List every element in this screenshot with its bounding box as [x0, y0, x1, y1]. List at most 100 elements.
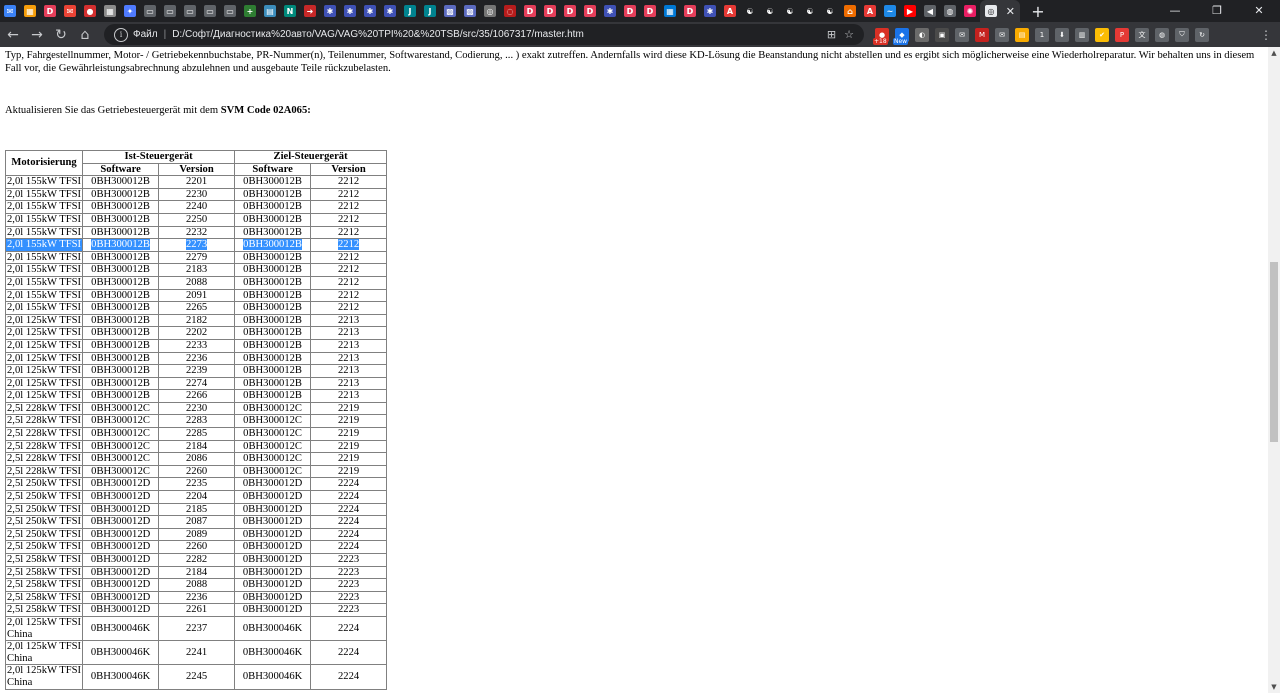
- tab-4[interactable]: ●: [80, 0, 100, 22]
- new-tab-button[interactable]: +: [1028, 2, 1048, 21]
- tab-47[interactable]: ◍: [940, 0, 960, 22]
- ext-mail-icon[interactable]: ✉: [955, 27, 969, 42]
- minimize-button[interactable]: —: [1154, 0, 1196, 22]
- tab-34[interactable]: D: [680, 0, 700, 22]
- tab-14[interactable]: N: [280, 0, 300, 22]
- tab-36[interactable]: A: [720, 0, 740, 22]
- ext-globe-icon[interactable]: ◍: [1155, 27, 1169, 42]
- tab-24[interactable]: ◎: [480, 0, 500, 22]
- tab-43[interactable]: A: [860, 0, 880, 22]
- tab-0[interactable]: ✉: [0, 0, 20, 22]
- tab-6[interactable]: ✦: [120, 0, 140, 22]
- tab-9[interactable]: ▭: [180, 0, 200, 22]
- table-row: 2,0l 155kW TFSI 0BH300012B 2240 0BH300012B 2…: [4, 200, 388, 214]
- tab-45[interactable]: ▶: [900, 0, 920, 22]
- tab-16[interactable]: ✱: [320, 0, 340, 22]
- ext-reload-icon-glyph: ↻: [1199, 30, 1205, 39]
- engine-cell: 2,0l 155kW TFSI: [4, 263, 84, 277]
- ext-box-icon[interactable]: ▣: [935, 27, 949, 42]
- scroll-thumb[interactable]: [1270, 262, 1278, 442]
- tab-39[interactable]: ☯: [780, 0, 800, 22]
- tab-5[interactable]: ▦: [100, 0, 120, 22]
- cell-text: 2224: [337, 646, 360, 658]
- yin-yang-icon-3: ☯: [784, 5, 796, 17]
- site-info-icon[interactable]: i: [114, 27, 128, 42]
- tab-10[interactable]: ▭: [200, 0, 220, 22]
- table-row: 2,5l 258kW TFSI 0BH300012D 2236 0BH300012D 2…: [4, 590, 388, 605]
- forward-button[interactable]: →: [26, 24, 48, 46]
- maximize-button[interactable]: ❐: [1196, 0, 1238, 22]
- tab-11[interactable]: ▭: [220, 0, 240, 22]
- tab-26[interactable]: D: [520, 0, 540, 22]
- ext-note-icon[interactable]: ▤: [1015, 27, 1029, 42]
- scroll-down-arrow-icon[interactable]: ▼: [1268, 681, 1280, 693]
- ist-version-cell: 2260: [158, 464, 236, 479]
- tab-46[interactable]: ◀: [920, 0, 940, 22]
- tab-40[interactable]: ☯: [800, 0, 820, 22]
- scroll-up-arrow-icon[interactable]: ▲: [1268, 47, 1280, 59]
- tab-42[interactable]: ⌂: [840, 0, 860, 22]
- ext-p-icon[interactable]: P: [1115, 27, 1129, 42]
- tab-44[interactable]: ~: [880, 0, 900, 22]
- tab-30[interactable]: ✱: [600, 0, 620, 22]
- puzzle-icon-4: ✱: [384, 5, 396, 17]
- cell-text: 2,0l 155kW TFSI: [7, 251, 82, 263]
- tab-38[interactable]: ☯: [760, 0, 780, 22]
- tab-20[interactable]: J: [400, 0, 420, 22]
- tab-35[interactable]: ✱: [700, 0, 720, 22]
- tab-19[interactable]: ✱: [380, 0, 400, 22]
- tab-23[interactable]: ▩: [460, 0, 480, 22]
- tab-27[interactable]: D: [540, 0, 560, 22]
- tab-31[interactable]: D: [620, 0, 640, 22]
- browser-menu-icon[interactable]: ⋮: [1260, 28, 1272, 42]
- ext-stamp-icon[interactable]: ✔: [1095, 27, 1109, 42]
- ext-download-icon[interactable]: ⬇: [1055, 27, 1069, 42]
- ext-translate-icon[interactable]: 文: [1135, 27, 1149, 42]
- tab-33[interactable]: ▦: [660, 0, 680, 22]
- tab-2[interactable]: D: [40, 0, 60, 22]
- close-window-button[interactable]: ✕: [1238, 0, 1280, 22]
- url-text[interactable]: D:/Софт/Диагностика%20авто/VAG/VAG%20TPI…: [172, 29, 584, 40]
- pattern-icon-2: ▩: [464, 5, 476, 17]
- engine-cell: 2,0l 155kW TFSI: [4, 301, 84, 315]
- tab-13[interactable]: ▤: [260, 0, 280, 22]
- close-tab-icon[interactable]: ✕: [1006, 5, 1015, 18]
- ext-ghost-icon[interactable]: ◐: [915, 27, 929, 42]
- tab-7[interactable]: ▭: [140, 0, 160, 22]
- cell-text: 2,5l 250kW TFSI: [7, 478, 82, 490]
- tab-32[interactable]: D: [640, 0, 660, 22]
- tab-17[interactable]: ✱: [340, 0, 360, 22]
- tab-12[interactable]: +: [240, 0, 260, 22]
- ext-one-icon[interactable]: 1: [1035, 27, 1049, 42]
- ext-envelope-icon[interactable]: ✉: [995, 27, 1009, 42]
- tab-37[interactable]: ☯: [740, 0, 760, 22]
- active-tab[interactable]: ◎ ✕: [980, 0, 1020, 22]
- tab-8[interactable]: ▭: [160, 0, 180, 22]
- vertical-scrollbar[interactable]: ▲ ▼: [1268, 47, 1280, 693]
- tab-22[interactable]: ▩: [440, 0, 460, 22]
- table-row: 2,5l 250kW TFSI 0BH300012D 2185 0BH300012D 2…: [4, 502, 388, 517]
- tab-15[interactable]: ➜: [300, 0, 320, 22]
- ext-clipboard-icon[interactable]: ▥: [1075, 27, 1089, 42]
- ext-red-badge-icon[interactable]: ● +18: [873, 27, 889, 45]
- tab-18[interactable]: ✱: [360, 0, 380, 22]
- tab-28[interactable]: D: [560, 0, 580, 22]
- ext-shield-icon[interactable]: ⛉: [1175, 27, 1189, 42]
- tab-48[interactable]: ✺: [960, 0, 980, 22]
- ext-reload-icon[interactable]: ↻: [1195, 27, 1209, 42]
- home-button[interactable]: ⌂: [74, 24, 96, 46]
- tab-29[interactable]: D: [580, 0, 600, 22]
- tab-41[interactable]: ☯: [820, 0, 840, 22]
- tab-25[interactable]: ◌: [500, 0, 520, 22]
- back-button[interactable]: ←: [2, 24, 24, 46]
- tab-3[interactable]: ✉: [60, 0, 80, 22]
- tab-1[interactable]: ▦: [20, 0, 40, 22]
- reload-button[interactable]: ↻: [50, 24, 72, 46]
- ext-new-icon[interactable]: ◆ New: [893, 27, 909, 45]
- ext-gmail-icon[interactable]: M: [975, 27, 989, 42]
- bookmark-star-icon[interactable]: ☆: [844, 28, 854, 41]
- ziel-version-cell: 2212: [310, 275, 388, 290]
- address-bar[interactable]: i Файл | D:/Софт/Диагностика%20авто/VAG/…: [104, 24, 864, 45]
- translate-icon[interactable]: ⊞: [827, 28, 836, 41]
- tab-21[interactable]: J: [420, 0, 440, 22]
